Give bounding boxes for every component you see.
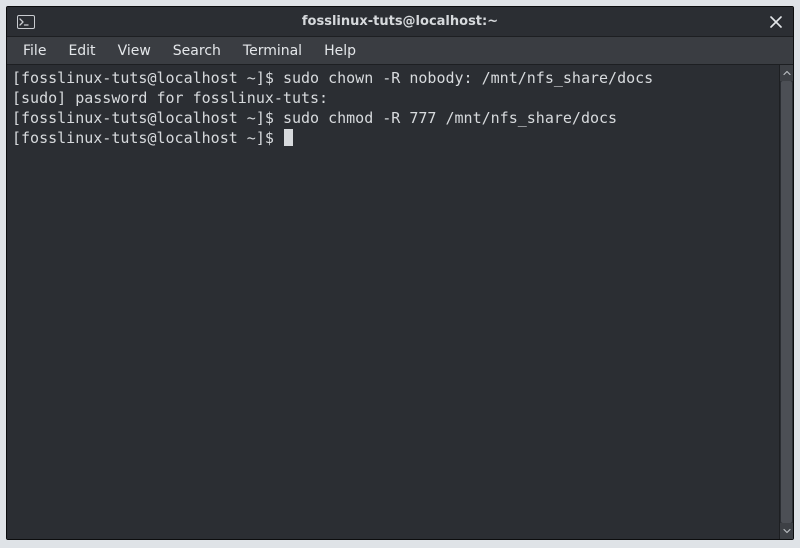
chevron-down-icon	[783, 527, 791, 535]
chevron-up-icon	[783, 69, 791, 77]
menu-search[interactable]: Search	[163, 40, 231, 62]
scroll-thumb[interactable]	[781, 81, 792, 523]
terminal-area: [fosslinux-tuts@localhost ~]$ sudo chown…	[7, 65, 793, 539]
text-cursor	[284, 129, 293, 146]
terminal-output[interactable]: [fosslinux-tuts@localhost ~]$ sudo chown…	[7, 65, 779, 539]
shell-prompt: [fosslinux-tuts@localhost ~]$	[12, 129, 283, 147]
shell-prompt: [fosslinux-tuts@localhost ~]$	[12, 109, 283, 127]
shell-command: sudo chown -R nobody: /mnt/nfs_share/doc…	[283, 69, 653, 87]
menu-edit[interactable]: Edit	[58, 40, 105, 62]
menu-file[interactable]: File	[13, 40, 56, 62]
scroll-up-button[interactable]	[780, 65, 793, 81]
terminal-window: fosslinux-tuts@localhost:~ File Edit Vie…	[6, 6, 794, 540]
shell-command: sudo chmod -R 777 /mnt/nfs_share/docs	[283, 109, 617, 127]
terminal-line: [fosslinux-tuts@localhost ~]$ sudo chown…	[12, 68, 774, 88]
window-title: fosslinux-tuts@localhost:~	[7, 14, 793, 29]
terminal-line: [sudo] password for fosslinux-tuts:	[12, 88, 774, 108]
terminal-line: [fosslinux-tuts@localhost ~]$	[12, 128, 774, 148]
titlebar[interactable]: fosslinux-tuts@localhost:~	[7, 7, 793, 37]
close-icon	[770, 16, 782, 28]
menubar: File Edit View Search Terminal Help	[7, 37, 793, 65]
scrollbar[interactable]	[779, 65, 793, 539]
menu-view[interactable]: View	[108, 40, 161, 62]
shell-prompt: [fosslinux-tuts@localhost ~]$	[12, 69, 283, 87]
menu-terminal[interactable]: Terminal	[233, 40, 312, 62]
scroll-track[interactable]	[780, 81, 793, 523]
menu-help[interactable]: Help	[314, 40, 366, 62]
terminal-app-icon	[15, 13, 37, 31]
scroll-down-button[interactable]	[780, 523, 793, 539]
close-button[interactable]	[765, 11, 787, 33]
terminal-line: [fosslinux-tuts@localhost ~]$ sudo chmod…	[12, 108, 774, 128]
